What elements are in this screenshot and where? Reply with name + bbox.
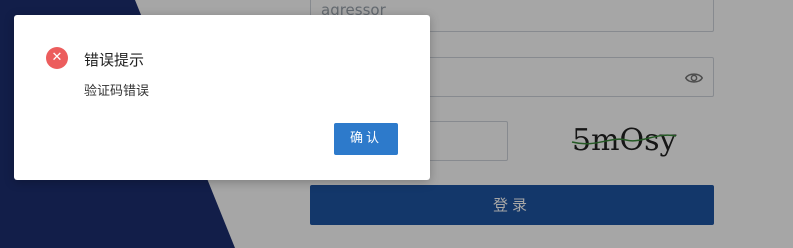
error-dialog: ✕ 错误提示 验证码错误 确认 [14,15,430,180]
login-page: agressor 5mOsy 登录 ✕ 错误提示 验证码错误 确认 [0,0,793,248]
confirm-button[interactable]: 确认 [334,123,398,155]
dialog-title: 错误提示 [84,51,145,69]
close-circle-icon: ✕ [46,47,68,69]
dialog-message: 验证码错误 [84,84,150,99]
